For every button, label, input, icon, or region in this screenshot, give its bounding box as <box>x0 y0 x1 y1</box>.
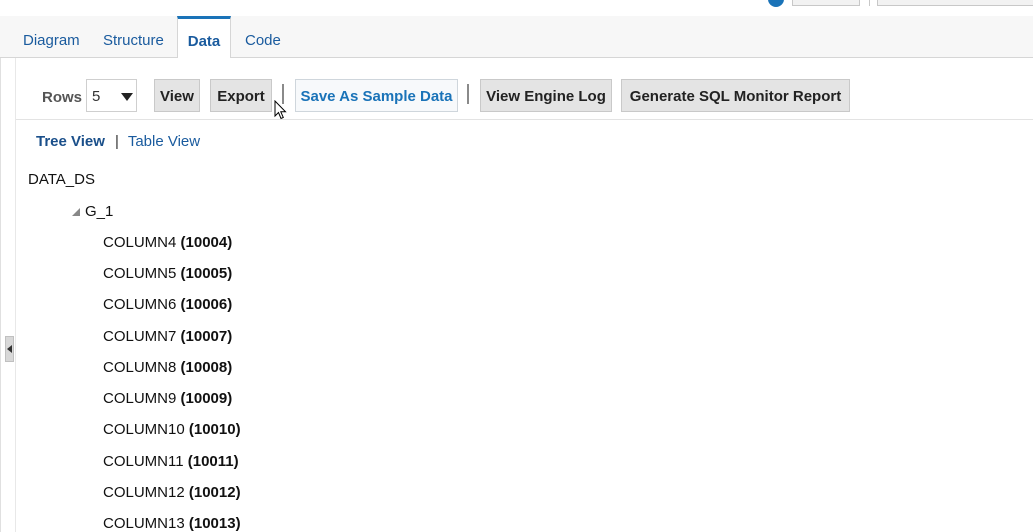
tree-group-node[interactable]: G_1 <box>72 203 113 220</box>
tree-leaf: COLUMN10 (10010) <box>103 421 241 438</box>
mouse-pointer-icon <box>274 100 287 120</box>
tree-leaf: COLUMN11 (10011) <box>103 453 239 470</box>
view-button[interactable]: View <box>154 79 200 112</box>
content-edge <box>15 58 16 532</box>
tree-root-node: DATA_DS <box>28 171 95 188</box>
leaf-name: COLUMN4 <box>103 234 177 251</box>
toolbar-separator <box>467 84 469 104</box>
leaf-value: (10013) <box>188 515 241 532</box>
leaf-name: COLUMN7 <box>103 328 177 345</box>
tree-leaf: COLUMN13 (10013) <box>103 515 241 532</box>
leaf-name: COLUMN6 <box>103 296 177 313</box>
top-header-bar <box>0 0 1033 16</box>
tab-bar: Diagram Structure Data Code <box>0 16 1033 58</box>
export-button[interactable]: Export <box>210 79 272 112</box>
leaf-name: COLUMN8 <box>103 359 177 376</box>
tab-data[interactable]: Data <box>177 16 231 58</box>
rows-select-value: 5 <box>92 88 101 105</box>
view-engine-log-button[interactable]: View Engine Log <box>480 79 612 112</box>
collapse-panel-handle[interactable] <box>5 336 14 362</box>
tree-view-link[interactable]: Tree View <box>36 133 105 150</box>
expanded-triangle-icon[interactable] <box>72 208 80 216</box>
rows-label: Rows <box>42 89 83 106</box>
leaf-value: (10012) <box>188 484 241 501</box>
tree-leaf: COLUMN6 (10006) <box>103 296 232 313</box>
view-switch-separator: | <box>114 133 119 150</box>
leaf-name: COLUMN9 <box>103 390 177 407</box>
leaf-value: (10006) <box>180 296 233 313</box>
table-view-link[interactable]: Table View <box>128 133 200 150</box>
leaf-name: COLUMN11 <box>103 453 184 470</box>
leaf-value: (10008) <box>180 359 233 376</box>
header-separator <box>869 0 870 6</box>
tree-leaf: COLUMN9 (10009) <box>103 390 232 407</box>
header-button-wide[interactable] <box>877 0 1033 6</box>
tab-structure[interactable]: Structure <box>103 16 164 57</box>
rows-select[interactable]: 5 <box>86 79 137 112</box>
tab-diagram[interactable]: Diagram <box>23 16 80 57</box>
left-panel-edge <box>0 58 1 532</box>
leaf-name: COLUMN5 <box>103 265 177 282</box>
tree-leaf: COLUMN5 (10005) <box>103 265 232 282</box>
help-icon[interactable] <box>768 0 784 7</box>
tree-leaf: COLUMN8 (10008) <box>103 359 232 376</box>
leaf-value: (10007) <box>180 328 233 345</box>
tree-leaf: COLUMN12 (10012) <box>103 484 241 501</box>
leaf-name: COLUMN10 <box>103 421 185 438</box>
view-switch: Tree View | Table View <box>36 133 200 150</box>
tree-leaf: COLUMN7 (10007) <box>103 328 232 345</box>
leaf-value: (10010) <box>188 421 241 438</box>
leaf-value: (10004) <box>180 234 233 251</box>
chevron-down-icon <box>121 93 133 101</box>
leaf-value: (10011) <box>187 453 239 470</box>
tab-code[interactable]: Code <box>245 16 281 57</box>
tree-leaf: COLUMN4 (10004) <box>103 234 232 251</box>
leaf-value: (10005) <box>180 265 233 282</box>
generate-sql-monitor-report-button[interactable]: Generate SQL Monitor Report <box>621 79 850 112</box>
leaf-name: COLUMN13 <box>103 515 185 532</box>
tree-group-label: G_1 <box>85 203 114 220</box>
leaf-name: COLUMN12 <box>103 484 185 501</box>
header-button[interactable] <box>792 0 860 6</box>
leaf-value: (10009) <box>180 390 233 407</box>
save-as-sample-data-button[interactable]: Save As Sample Data <box>295 79 458 112</box>
data-toolbar: Rows 5 View Export Save As Sample Data V… <box>16 58 1033 120</box>
